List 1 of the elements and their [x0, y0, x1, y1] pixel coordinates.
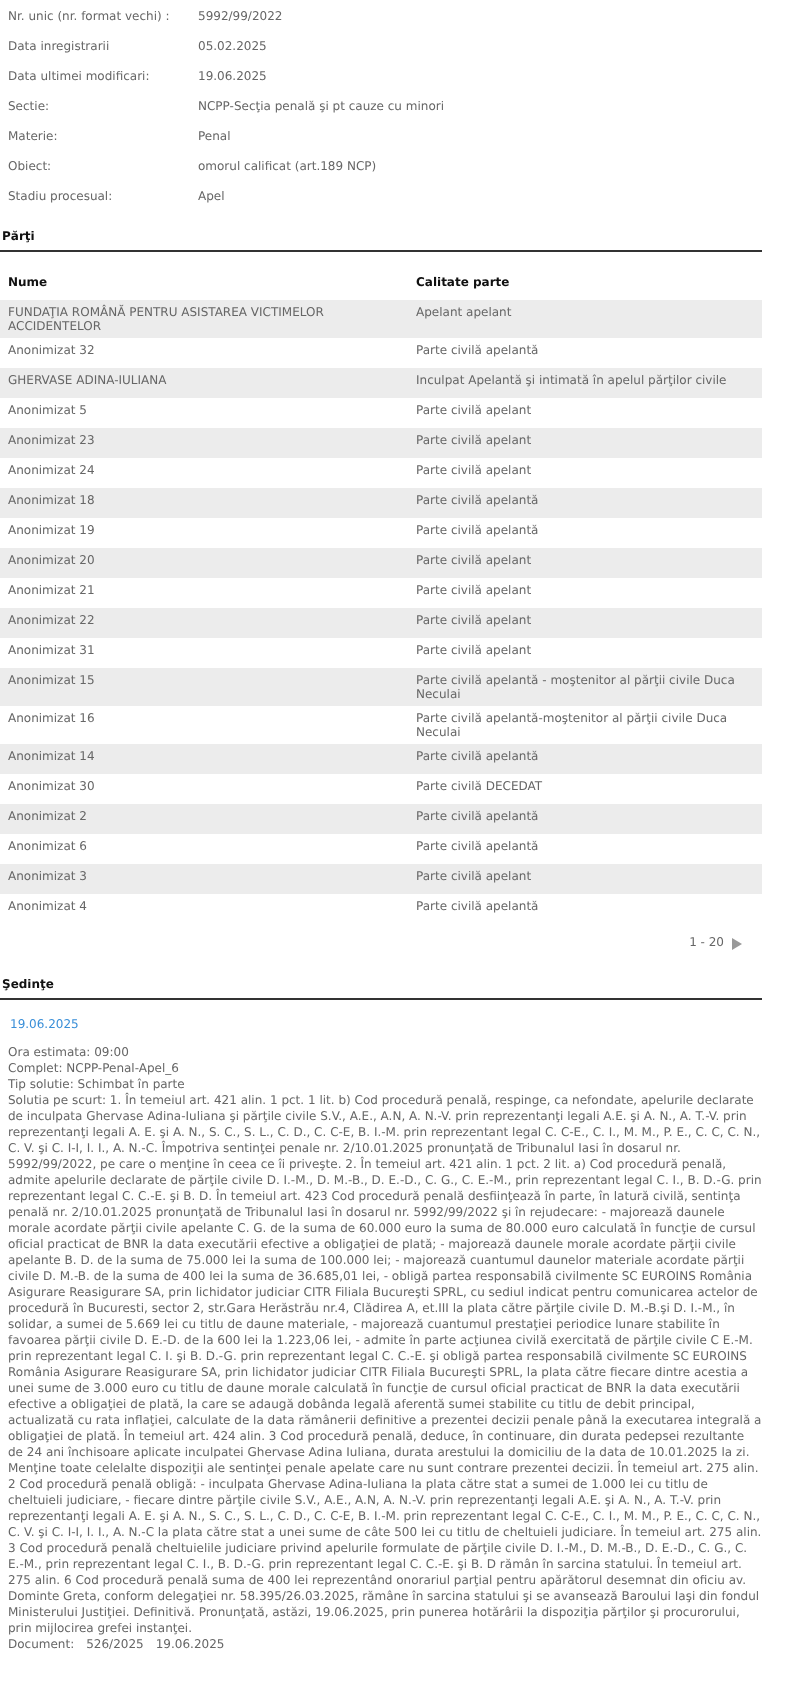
next-page-icon[interactable] [732, 937, 742, 949]
